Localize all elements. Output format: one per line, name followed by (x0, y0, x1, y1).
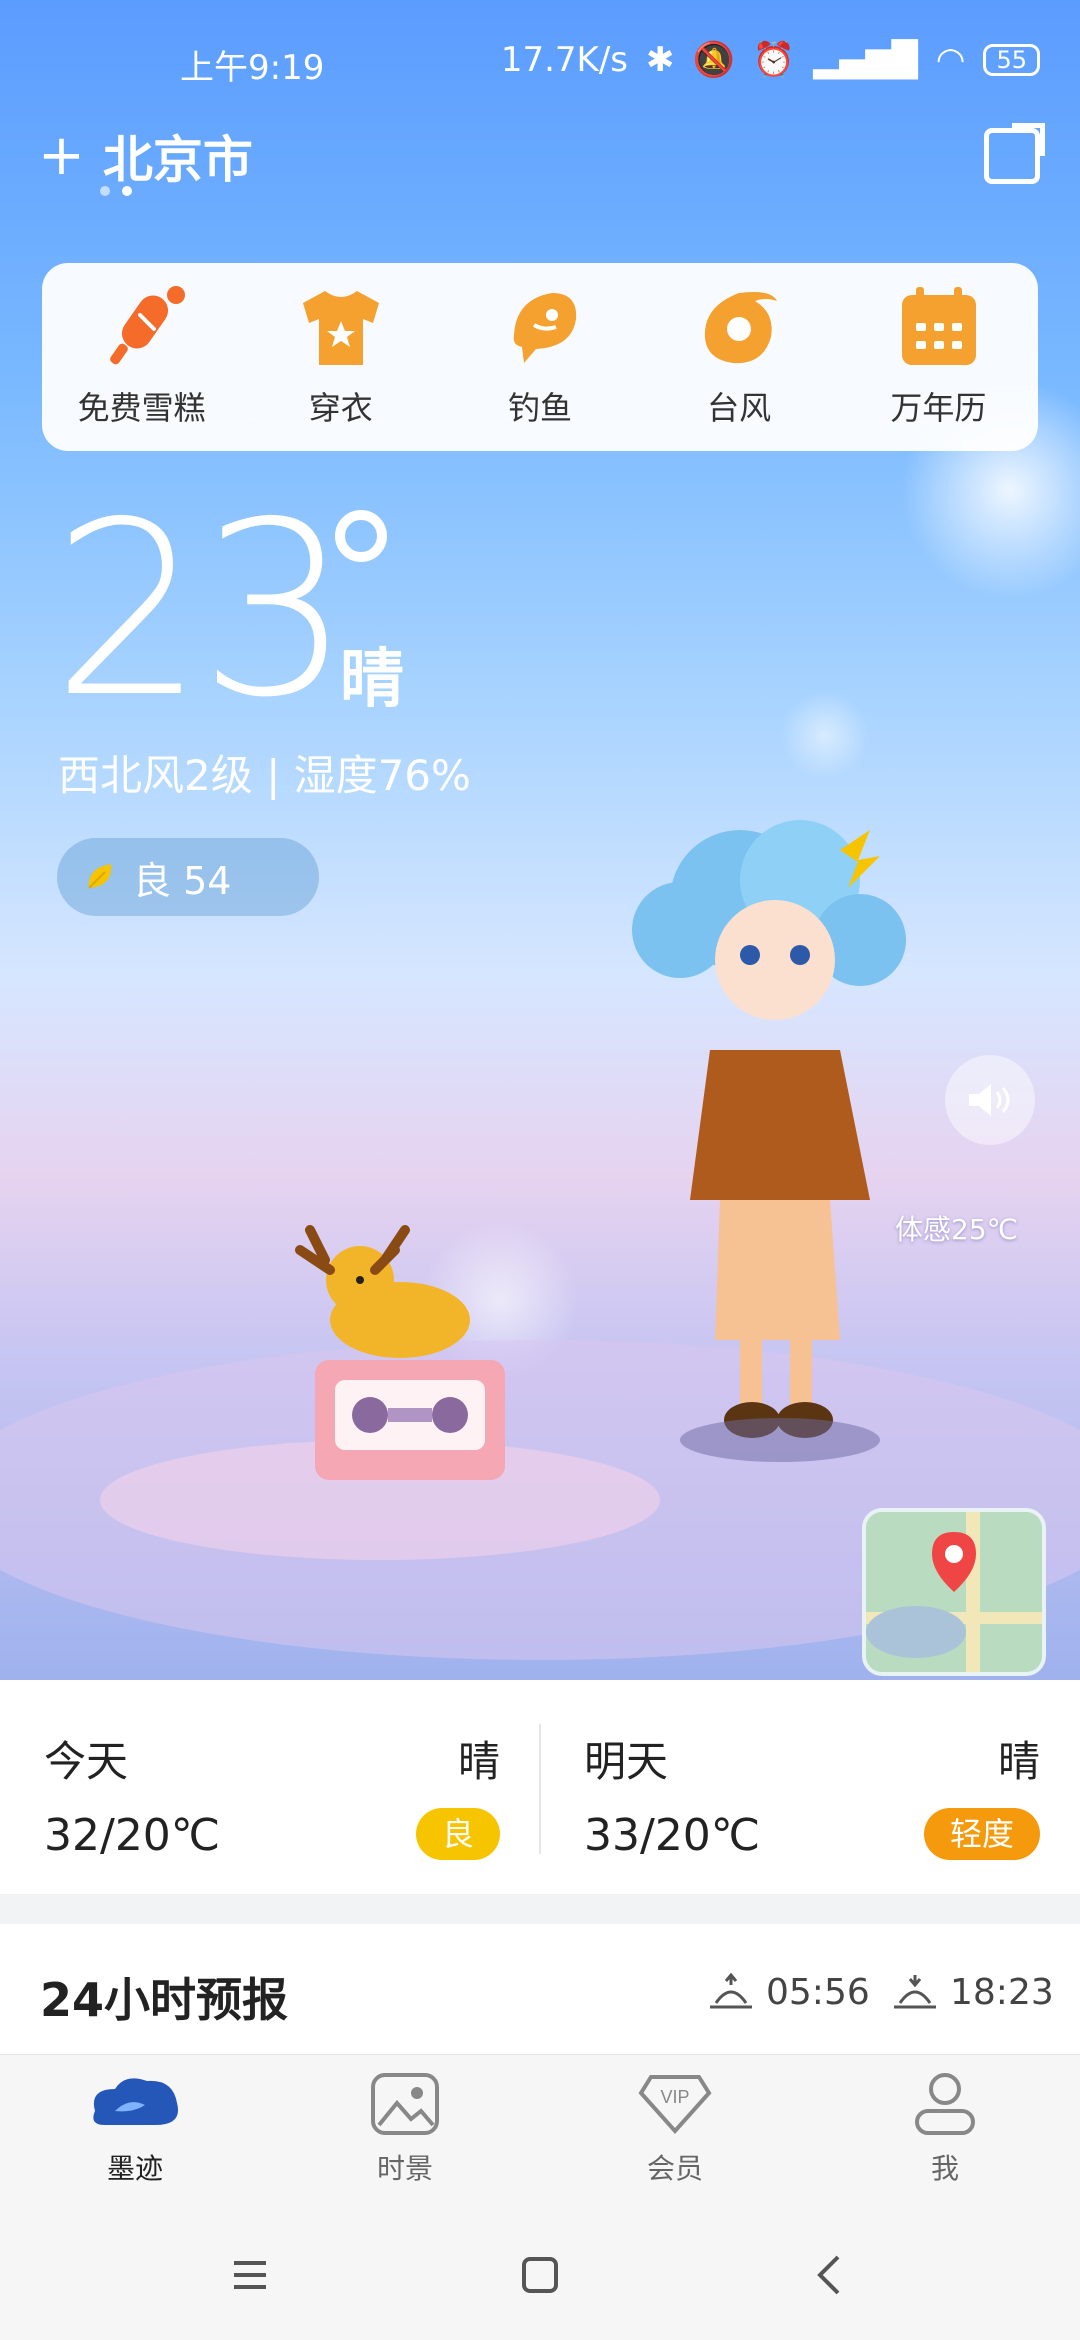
popsicle-icon (96, 285, 188, 369)
quick-action-popsicle[interactable]: 免费雪糕 (62, 285, 222, 429)
deer-mascot (295, 1225, 470, 1358)
quick-action-calendar[interactable]: 万年历 (858, 285, 1018, 429)
city-name[interactable]: 北京市 (103, 120, 253, 192)
network-speed: 17.7K/s (500, 40, 628, 80)
today-card[interactable]: 今天 晴 32/20℃ 良 (0, 1680, 540, 1894)
day-label: 今天 (44, 1737, 129, 1786)
degree-symbol (335, 510, 387, 562)
back-nav-icon[interactable] (800, 2245, 860, 2305)
system-navigation-bar (0, 2210, 1080, 2340)
quick-action-label: 免费雪糕 (77, 389, 206, 427)
shirt-icon (295, 285, 387, 369)
speaker-icon (969, 1084, 1010, 1116)
tab-label: 我 (930, 2152, 959, 2185)
add-city-icon[interactable]: + (38, 128, 85, 184)
fish-icon (494, 285, 586, 369)
quick-action-fishing[interactable]: 钓鱼 (460, 285, 620, 429)
tab-moji[interactable]: 墨迹 (35, 2055, 235, 2211)
quick-action-label: 台风 (707, 389, 772, 427)
tomorrow-card[interactable]: 明天 晴 33/20℃ 轻度 (540, 1680, 1080, 1894)
radar-map-button[interactable] (862, 1508, 1046, 1676)
voice-broadcast-button[interactable] (945, 1055, 1035, 1145)
bluetooth-icon: ✱ (646, 40, 675, 80)
mute-icon: 🔕 (692, 40, 735, 80)
day-condition: 晴 (997, 1737, 1040, 1786)
day-condition: 晴 (457, 1737, 500, 1786)
quick-action-label: 钓鱼 (507, 389, 572, 427)
day-aqi-badge: 轻度 (923, 1808, 1040, 1860)
menu-nav-icon[interactable] (220, 2245, 280, 2305)
current-condition: 晴 (340, 643, 404, 717)
sunset-icon (894, 1974, 936, 2008)
sunrise: 05:56 (708, 1972, 870, 2013)
hourly-forecast-header: 24小时预报 05:56 18:23 (0, 1924, 1080, 2054)
moji-logo-icon (93, 2071, 179, 2137)
wifi-icon: ◠ (935, 40, 966, 80)
tab-label: 墨迹 (106, 2152, 163, 2185)
quick-action-label: 穿衣 (308, 389, 373, 427)
feels-like-label: 体感25℃ (895, 1213, 1019, 1246)
quick-action-label: 万年历 (890, 389, 987, 427)
page-dot-active (122, 186, 132, 196)
status-bar: 上午9:19 17.7K/s ✱ 🔕 ⏰ ▂▄▆█ ◠ 55 (0, 40, 1080, 90)
home-nav-icon[interactable] (510, 2245, 570, 2305)
status-time: 上午9:19 (180, 48, 325, 88)
battery-icon: 55 (983, 44, 1040, 76)
quick-action-clothing[interactable]: 穿衣 (261, 285, 421, 429)
quick-actions-card: 免费雪糕 穿衣 钓鱼 台风 万年历 (42, 263, 1038, 451)
quick-action-typhoon[interactable]: 台风 (659, 285, 819, 429)
current-temperature: 23 (52, 470, 351, 750)
weather-hero: 上午9:19 17.7K/s ✱ 🔕 ⏰ ▂▄▆█ ◠ 55 + 北京市 免费雪… (0, 0, 1080, 1680)
sunrise-time: 05:56 (766, 1972, 870, 2013)
sunset: 18:23 (892, 1972, 1054, 2013)
sunrise-icon (710, 1972, 752, 2008)
vip-icon: VIP (637, 2071, 713, 2137)
typhoon-icon (693, 285, 785, 369)
tab-me[interactable]: 我 (845, 2055, 1045, 2211)
user-icon (907, 2071, 983, 2137)
sunset-time: 18:23 (950, 1972, 1054, 2013)
page-indicator (100, 186, 132, 196)
calendar-icon (892, 285, 984, 369)
hourly-forecast-title: 24小时预报 (40, 1973, 289, 2027)
photo-icon (367, 2071, 443, 2137)
day-label: 明天 (584, 1737, 669, 1786)
share-icon[interactable] (984, 128, 1040, 184)
tab-scenery[interactable]: 时景 (305, 2055, 505, 2211)
day-aqi-badge: 良 (415, 1808, 500, 1860)
signal-icon: ▂▄▆█ (813, 40, 918, 80)
tab-label: 时景 (376, 2152, 433, 2185)
card-divider (539, 1724, 541, 1854)
svg-text:VIP: VIP (660, 2087, 689, 2107)
day-temp-range: 33/20℃ (584, 1810, 761, 1861)
tab-vip[interactable]: VIP 会员 (575, 2055, 775, 2211)
city-header[interactable]: + 北京市 (38, 120, 253, 192)
cassette-illustration (315, 1360, 505, 1480)
map-pin-icon (866, 1512, 1042, 1672)
day-temp-range: 32/20℃ (44, 1810, 221, 1861)
bottom-tab-bar: 墨迹 时景 VIP 会员 我 (0, 2054, 1080, 2211)
page-dot (100, 186, 110, 196)
tab-label: 会员 (646, 2152, 703, 2185)
alarm-icon: ⏰ (752, 40, 796, 80)
